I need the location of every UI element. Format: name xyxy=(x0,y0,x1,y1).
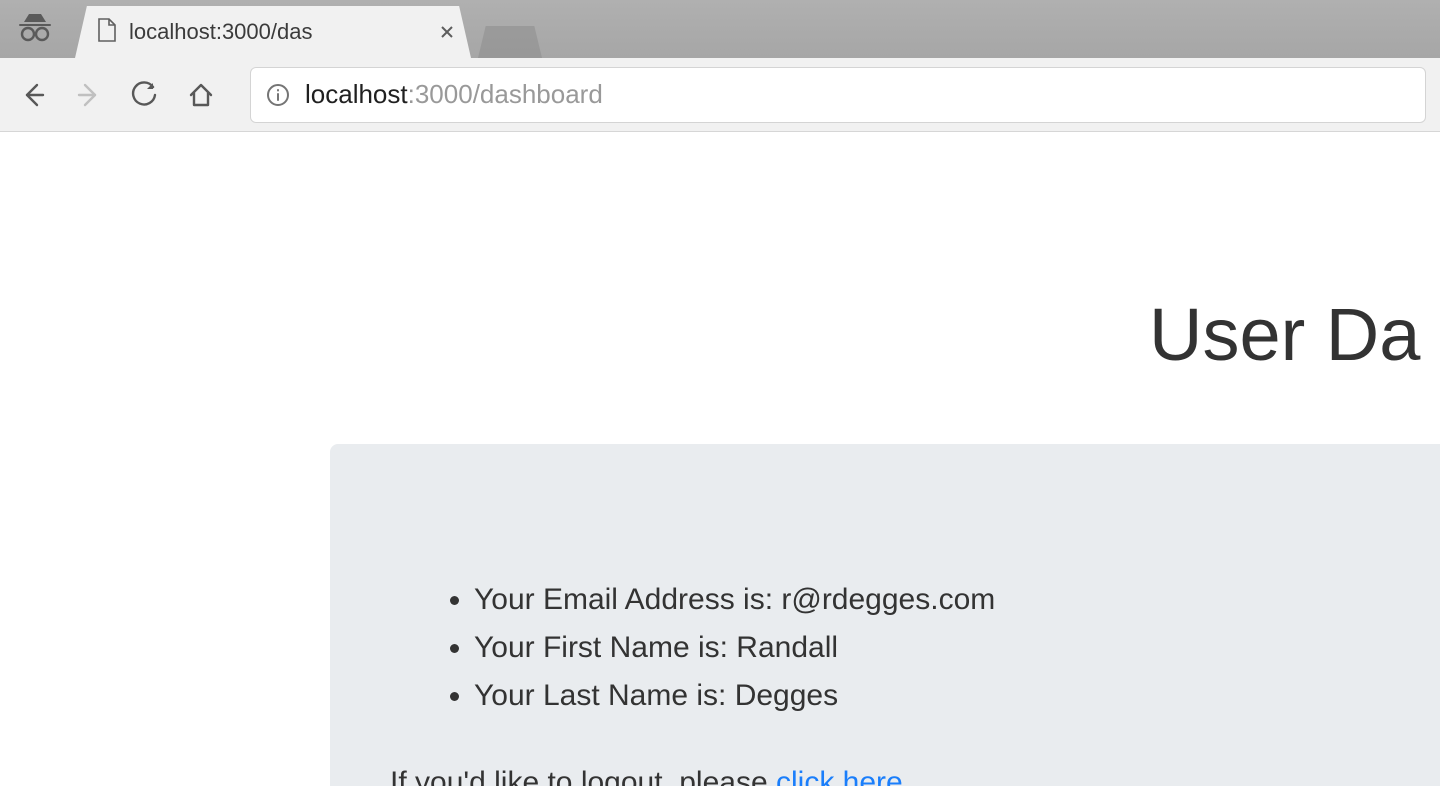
new-tab-button[interactable] xyxy=(478,26,542,58)
home-button[interactable] xyxy=(182,76,220,114)
page-content: User Da Your Email Address is: r@rdegges… xyxy=(0,132,1440,786)
url-host: localhost xyxy=(305,79,408,109)
first-name-label: Your First Name is: xyxy=(474,631,736,664)
tab-title: localhost:3000/das xyxy=(129,19,425,45)
browser-toolbar: localhost:3000/dashboard xyxy=(0,58,1440,132)
logout-prefix: If you'd like to logout, please xyxy=(390,766,776,786)
incognito-indicator xyxy=(0,0,70,58)
list-item: Your Last Name is: Degges xyxy=(474,672,1380,720)
email-label: Your Email Address is: xyxy=(474,583,781,616)
url-text: localhost:3000/dashboard xyxy=(305,79,603,110)
page-title: User Da xyxy=(1149,292,1420,377)
email-value: r@rdegges.com xyxy=(781,583,995,616)
list-item: Your Email Address is: r@rdegges.com xyxy=(474,576,1380,624)
page-icon xyxy=(97,17,117,48)
site-info-icon[interactable] xyxy=(265,82,291,108)
logout-text: If you'd like to logout, please click he… xyxy=(390,766,1380,786)
forward-button[interactable] xyxy=(70,76,108,114)
url-path: :3000/dashboard xyxy=(408,79,603,109)
back-button[interactable] xyxy=(14,76,52,114)
logout-link[interactable]: click here xyxy=(776,766,903,786)
last-name-value: Degges xyxy=(735,679,838,712)
dashboard-panel: Your Email Address is: r@rdegges.com You… xyxy=(330,444,1440,786)
browser-tab-strip: localhost:3000/das xyxy=(0,0,1440,58)
last-name-label: Your Last Name is: xyxy=(474,679,735,712)
address-bar[interactable]: localhost:3000/dashboard xyxy=(250,67,1426,123)
list-item: Your First Name is: Randall xyxy=(474,624,1380,672)
user-info-list: Your Email Address is: r@rdegges.com You… xyxy=(390,576,1380,720)
tab-close-button[interactable] xyxy=(437,22,457,42)
first-name-value: Randall xyxy=(736,631,838,664)
logout-suffix: . xyxy=(903,766,911,786)
reload-button[interactable] xyxy=(126,76,164,114)
browser-tab-active[interactable]: localhost:3000/das xyxy=(75,6,471,58)
incognito-icon xyxy=(16,10,54,49)
